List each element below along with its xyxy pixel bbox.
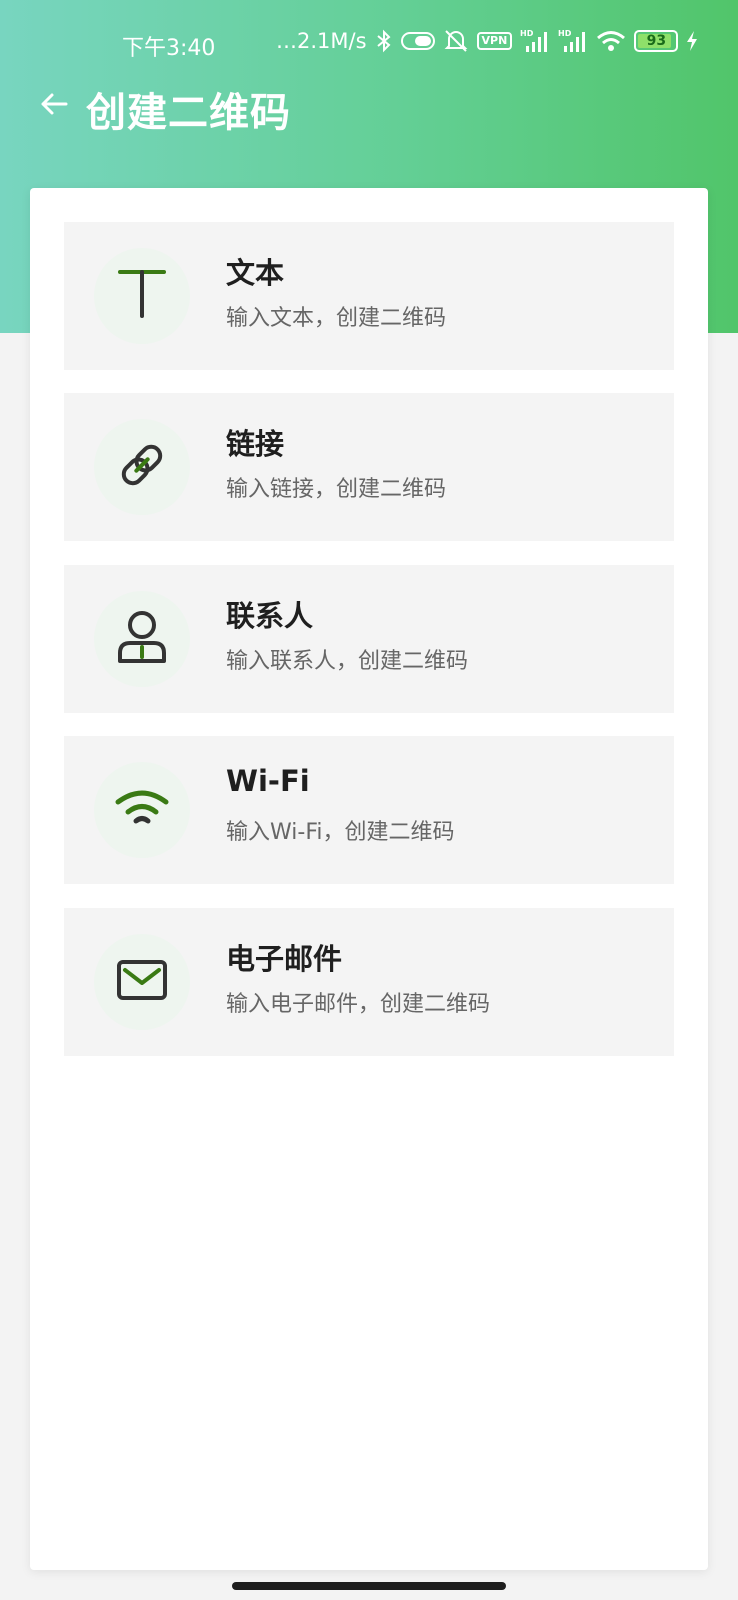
item-subtitle: 输入Wi-Fi，创建二维码: [226, 820, 455, 845]
home-indicator[interactable]: [232, 1582, 506, 1590]
item-title: 电子邮件: [226, 942, 343, 976]
hd-signal-icon: HD: [520, 28, 550, 54]
item-subtitle: 输入链接，创建二维码: [226, 477, 447, 502]
wifi-icon: [114, 788, 170, 832]
toggle-icon: [400, 30, 435, 52]
bluetooth-icon: [375, 29, 393, 53]
charging-icon: [686, 30, 698, 52]
item-title: 链接: [226, 427, 285, 461]
mute-bell-icon: [443, 28, 469, 54]
status-time: 下午3:40: [122, 36, 216, 61]
list-item-text[interactable]: 文本 输入文本，创建二维码: [64, 222, 674, 370]
item-title: 文本: [226, 256, 285, 290]
icon-circle: [94, 248, 190, 344]
icon-circle: [94, 762, 190, 858]
list-item-wifi[interactable]: Wi-Fi 输入Wi-Fi，创建二维码: [64, 736, 674, 884]
item-title: 联系人: [226, 599, 314, 633]
svg-text:HD: HD: [520, 29, 534, 38]
contact-icon: [116, 609, 168, 669]
wifi-status-icon: [596, 29, 626, 53]
battery-level: 93: [646, 33, 667, 49]
svg-text:HD: HD: [558, 29, 572, 38]
vpn-icon: VPN: [476, 32, 513, 50]
back-button[interactable]: [34, 86, 74, 126]
item-subtitle: 输入电子邮件，创建二维码: [226, 992, 491, 1017]
status-bar: 下午3:40 …2.1M/s VPN HD HD 93: [0, 24, 738, 64]
icon-circle: [94, 934, 190, 1030]
hd-signal-icon: HD: [558, 28, 588, 54]
icon-circle: [94, 591, 190, 687]
list-item-email[interactable]: 电子邮件 输入电子邮件，创建二维码: [64, 908, 674, 1056]
link-icon: [116, 439, 168, 495]
item-title: Wi-Fi: [226, 764, 310, 798]
list-item-contact[interactable]: 联系人 输入联系人，创建二维码: [64, 565, 674, 713]
email-icon: [116, 959, 168, 1005]
item-subtitle: 输入文本，创建二维码: [226, 306, 447, 331]
app-bar: 创建二维码: [0, 76, 738, 136]
network-speed: …2.1M/s: [276, 29, 367, 53]
page-title: 创建二维码: [86, 90, 291, 136]
item-subtitle: 输入联系人，创建二维码: [226, 649, 469, 674]
status-icons: …2.1M/s VPN HD HD 93: [276, 28, 698, 54]
qr-type-list-card: 文本 输入文本，创建二维码 链接 输入链接，创建二维码 联系人 输入联系人，创建…: [30, 188, 708, 1570]
icon-circle: [94, 419, 190, 515]
battery-icon: 93: [634, 30, 679, 52]
arrow-left-icon: [40, 92, 68, 120]
text-icon: [117, 268, 167, 324]
list-item-link[interactable]: 链接 输入链接，创建二维码: [64, 393, 674, 541]
